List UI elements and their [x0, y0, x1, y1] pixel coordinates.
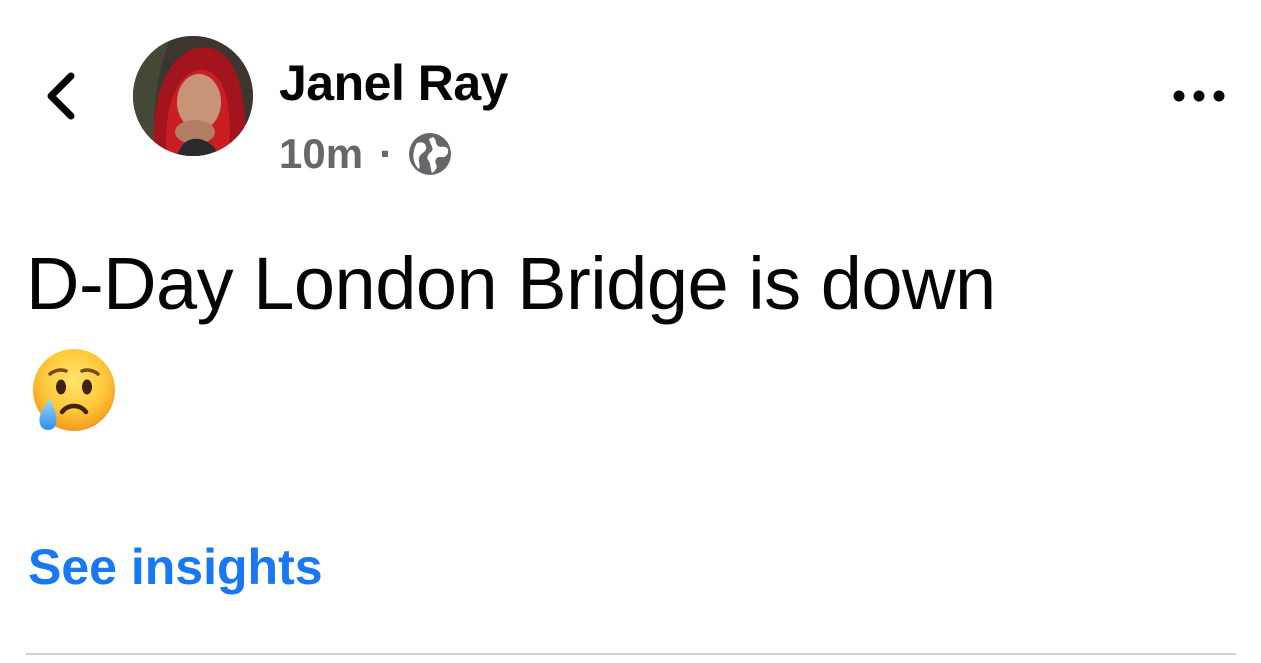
more-options-button[interactable] [1166, 76, 1232, 116]
avatar[interactable] [133, 36, 253, 156]
post-timestamp[interactable]: 10m [279, 130, 363, 178]
divider [26, 653, 1236, 655]
chevron-left-icon [47, 72, 75, 120]
avatar-image [133, 36, 253, 156]
see-insights-link[interactable]: See insights [28, 536, 323, 598]
post-meta: 10m · [279, 126, 453, 182]
more-horizontal-icon [1173, 90, 1225, 102]
meta-separator: · [379, 130, 394, 177]
post-text: D-Day London Bridge is down [26, 242, 996, 325]
crying-face-icon [30, 346, 118, 434]
back-button[interactable] [38, 68, 82, 124]
globe-icon[interactable] [407, 131, 453, 177]
author-name[interactable]: Janel Ray [279, 52, 508, 114]
